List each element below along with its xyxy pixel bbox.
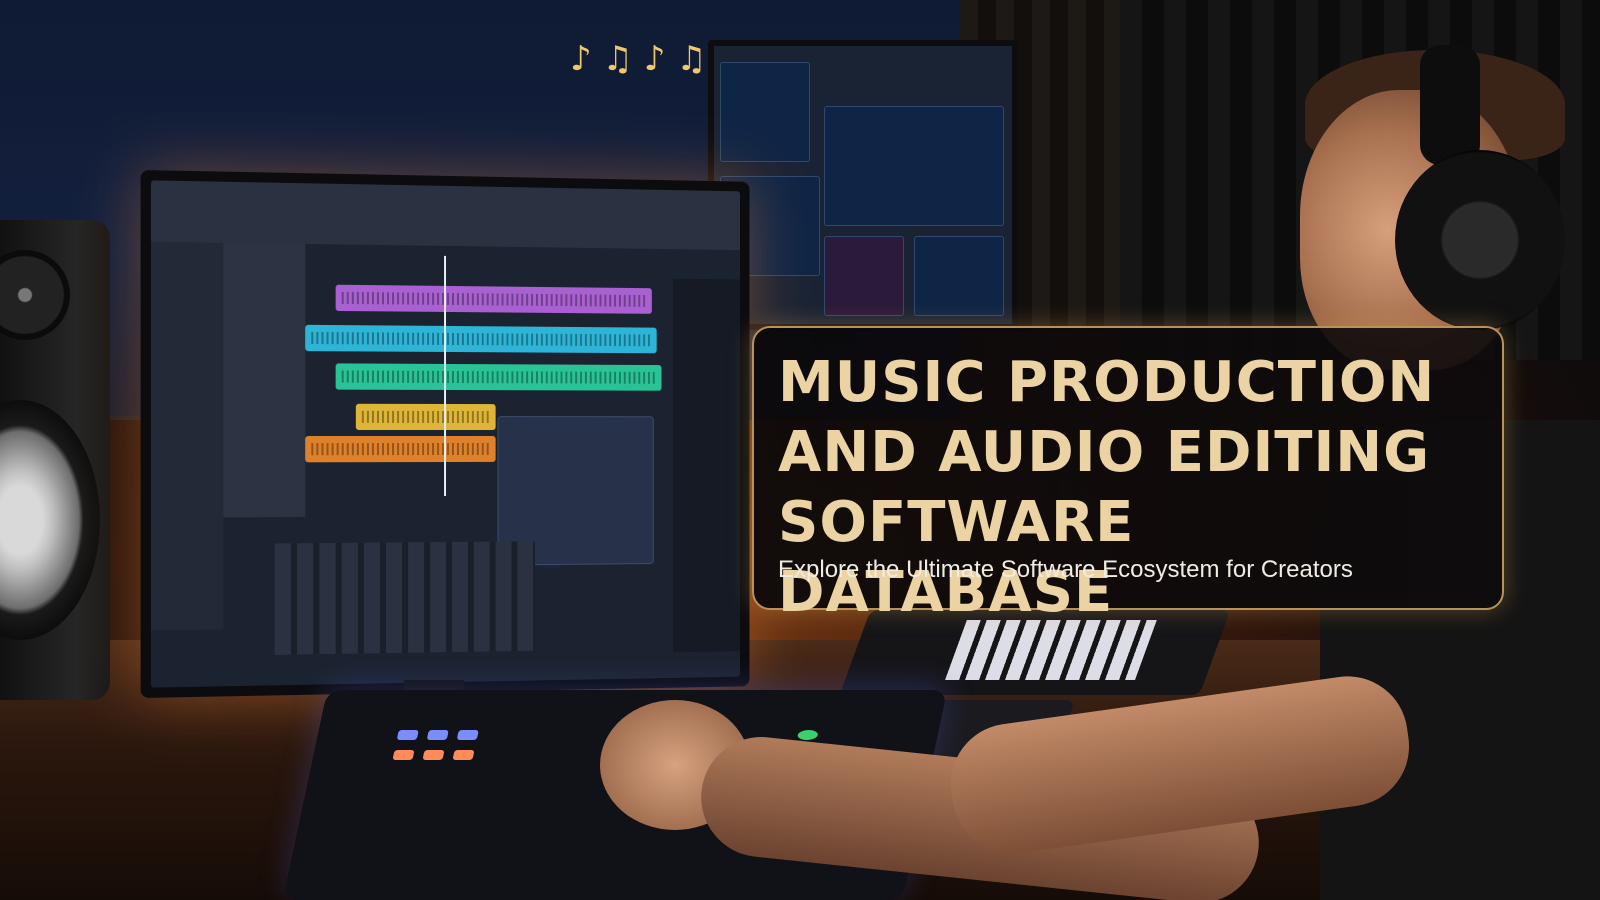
audio-clip-orange	[305, 435, 496, 463]
controller-button	[426, 730, 449, 740]
controller-button	[396, 730, 419, 740]
controller-button	[796, 730, 819, 740]
audio-clip-purple	[335, 284, 652, 314]
headphone-band	[1420, 45, 1480, 165]
banner-subtitle: Explore the Ultimate Software Ecosystem …	[778, 556, 1353, 583]
daw-browser	[673, 278, 741, 653]
daw-monitor	[140, 169, 750, 699]
spectrogram-window	[824, 236, 904, 316]
controller-button	[456, 730, 479, 740]
controller-button	[422, 750, 445, 760]
title-banner: MUSIC PRODUCTION AND AUDIO EDITING SOFTW…	[752, 326, 1504, 625]
daw-track-headers	[223, 242, 306, 518]
audio-clip-cyan	[305, 324, 657, 354]
knob-panel	[914, 236, 1004, 316]
plugin-monitor	[708, 40, 1018, 330]
daw-inspector	[150, 241, 224, 631]
daw-mixer	[274, 541, 536, 655]
daw-screen	[150, 180, 741, 688]
title-line-1: MUSIC PRODUCTION	[778, 350, 1436, 415]
pad-grid	[944, 620, 1157, 680]
studio-photo: ♪ ♫ ♪ ♫ MUSIC PRODUCTION AND AUDIO EDITI…	[0, 0, 1600, 900]
playhead	[444, 255, 447, 497]
banner-title: MUSIC PRODUCTION AND AUDIO EDITING SOFTW…	[778, 348, 1488, 628]
controller-button	[392, 750, 415, 760]
audio-clip-yellow	[355, 403, 496, 431]
title-line-2: AND AUDIO EDITING	[778, 420, 1431, 485]
daw-toolbar	[150, 180, 741, 251]
music-notes-icon: ♪ ♫ ♪ ♫	[570, 39, 707, 79]
eq-curve-window	[824, 106, 1004, 226]
headphones-icon	[1395, 150, 1565, 330]
controller-button	[452, 750, 475, 760]
eq-plugin-window	[720, 62, 810, 162]
audio-clip-green	[335, 363, 662, 391]
